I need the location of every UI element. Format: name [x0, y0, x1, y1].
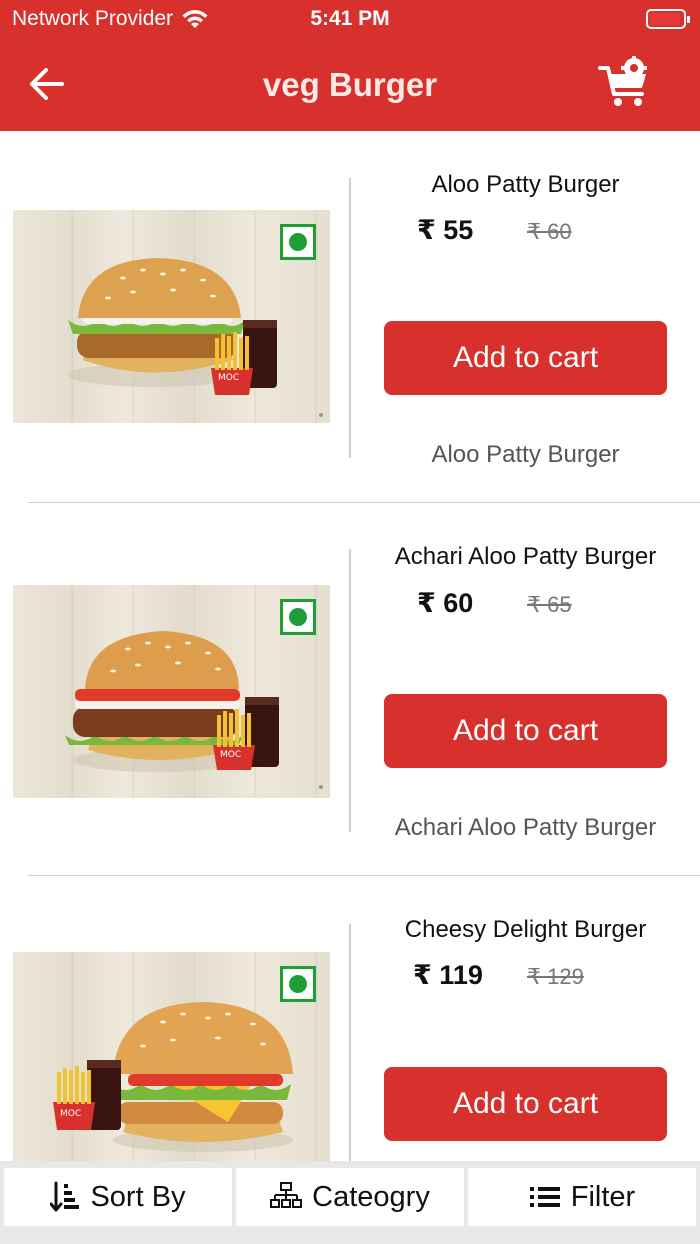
product-mrp: ₹ 129 [527, 964, 584, 989]
category-button[interactable]: Cateogry [236, 1168, 464, 1226]
product-card: MOC Aloo Patty Burger ₹ 55 ₹ 60 Add to c… [0, 131, 700, 504]
battery-icon [646, 9, 690, 29]
clock: 5:41 PM [310, 7, 390, 30]
cart-settings-icon [598, 55, 647, 106]
add-to-cart-button[interactable]: Add to cart [384, 694, 667, 768]
sort-by-label: Sort By [90, 1180, 186, 1213]
product-card: MOC Achari Aloo Patty Burger ₹ 60 ₹ 65 A… [0, 504, 700, 877]
product-description: Achari Aloo Patty Burger [394, 814, 657, 841]
svg-text:MOC: MOC [60, 1109, 81, 1119]
product-description: Aloo Patty Burger [431, 441, 620, 468]
vertical-divider [349, 549, 351, 832]
list-icon [529, 1187, 560, 1207]
app-header: Network Provider 5:41 PM veg Burger [0, 0, 700, 131]
vertical-divider [349, 924, 351, 1161]
product-price: ₹ 55 [417, 215, 474, 245]
nav-bar: veg Burger [0, 40, 700, 131]
product-list[interactable]: MOC Aloo Patty Burger ₹ 55 ₹ 60 Add to c… [0, 131, 700, 1161]
bottom-toolbar: Sort By Cateogry Filter [0, 1161, 700, 1244]
horizontal-divider [28, 875, 700, 876]
veg-icon [280, 966, 316, 1002]
product-image[interactable]: MOC [13, 952, 330, 1161]
add-to-cart-button[interactable]: Add to cart [384, 1067, 667, 1141]
product-name: Achari Aloo Patty Burger [394, 543, 657, 570]
svg-text:MOC: MOC [218, 373, 239, 383]
svg-text:MOC: MOC [220, 750, 241, 760]
product-name: Aloo Patty Burger [431, 171, 620, 198]
sort-by-button[interactable]: Sort By [4, 1168, 232, 1226]
vertical-divider [349, 178, 351, 458]
veg-icon [280, 224, 316, 260]
page-title: veg Burger [262, 66, 438, 103]
veg-icon [280, 599, 316, 635]
add-to-cart-button[interactable]: Add to cart [384, 321, 667, 395]
filter-label: Filter [570, 1180, 636, 1213]
hierarchy-icon [270, 1182, 303, 1208]
horizontal-divider [28, 502, 700, 503]
product-card: MOC Cheesy Delight Burger ₹ 119 ₹ 129 Ad… [0, 877, 700, 1161]
status-bar: Network Provider 5:41 PM [0, 0, 700, 40]
sort-icon [50, 1181, 80, 1212]
cart-button[interactable] [596, 55, 652, 112]
product-mrp: ₹ 60 [527, 219, 572, 244]
product-image[interactable]: MOC [13, 585, 330, 798]
product-price: ₹ 119 [413, 960, 483, 990]
product-image[interactable]: MOC [13, 210, 330, 423]
category-label: Cateogry [312, 1180, 430, 1213]
product-mrp: ₹ 65 [527, 592, 572, 617]
product-name: Cheesy Delight Burger [404, 916, 647, 943]
filter-button[interactable]: Filter [468, 1168, 696, 1226]
product-price: ₹ 60 [417, 588, 474, 618]
